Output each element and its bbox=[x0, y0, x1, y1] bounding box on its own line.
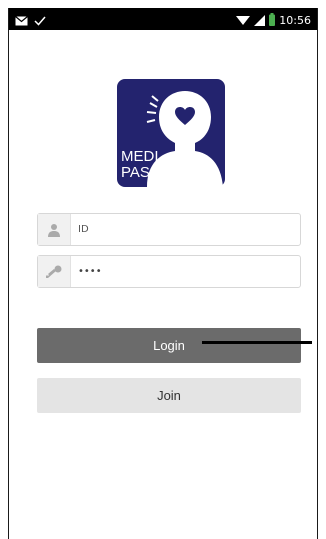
annotation-pointer bbox=[202, 341, 312, 344]
password-field-container bbox=[37, 255, 301, 288]
signal-icon bbox=[254, 11, 266, 30]
user-icon bbox=[38, 214, 71, 245]
login-button[interactable]: Login bbox=[37, 328, 301, 363]
app-screen: 10:56 MEDI PASS Login Join bbox=[8, 8, 318, 539]
logo-text-pass: PASS bbox=[121, 164, 160, 181]
key-icon bbox=[38, 256, 71, 287]
battery-icon bbox=[269, 11, 276, 30]
mail-icon bbox=[15, 11, 28, 30]
password-input[interactable] bbox=[78, 262, 288, 281]
status-bar: 10:56 bbox=[9, 8, 317, 30]
status-time: 10:56 bbox=[279, 13, 311, 27]
join-button[interactable]: Join bbox=[37, 378, 301, 413]
medipass-logo: MEDI PASS bbox=[117, 79, 225, 187]
logo-text-medi: MEDI bbox=[121, 148, 159, 165]
check-icon bbox=[34, 11, 46, 30]
id-field-container bbox=[37, 213, 301, 246]
wifi-icon bbox=[236, 11, 251, 30]
id-input[interactable] bbox=[78, 220, 288, 239]
